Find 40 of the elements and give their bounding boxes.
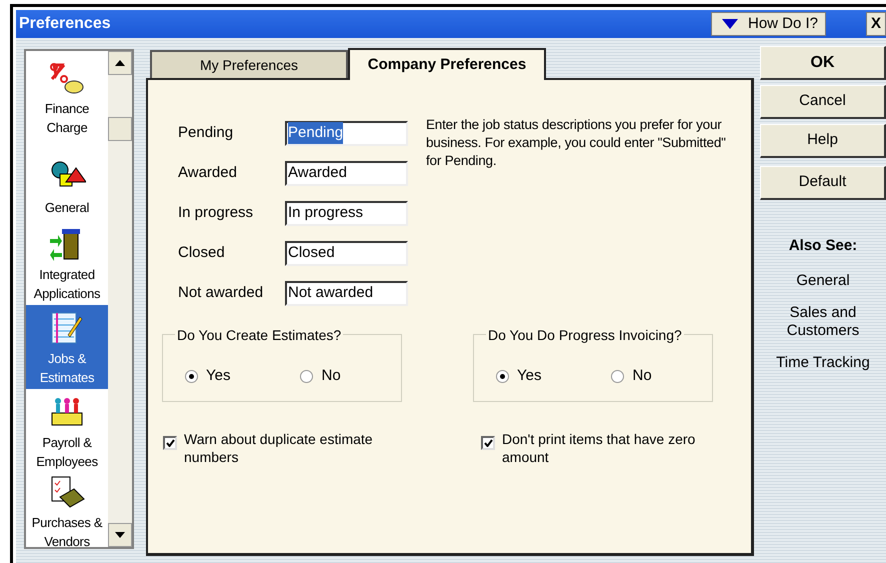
also-see-link[interactable]: Time Tracking [763, 354, 883, 372]
radio-button[interactable]: Yes [185, 365, 230, 388]
up-arrow-icon [115, 60, 125, 66]
radio-button[interactable]: No [611, 365, 652, 388]
also-see-link[interactable]: General [763, 272, 883, 290]
window-title: Preferences [19, 14, 111, 34]
checkbox-option[interactable]: Don't print items that have zero amount [481, 430, 721, 466]
text-field[interactable]: In progress [285, 200, 408, 226]
field-label: Not awarded [178, 282, 264, 303]
field-label: Pending [178, 122, 234, 143]
field-label: Awarded [178, 162, 238, 183]
scroll-up-button[interactable] [108, 51, 132, 75]
how-do-i-button[interactable]: How Do I? [711, 12, 826, 36]
text-field[interactable]: Closed [285, 240, 408, 266]
percent-sign-icon [48, 61, 86, 95]
field-label: Closed [178, 242, 226, 263]
down-arrow-icon [115, 532, 125, 538]
text-field[interactable]: Not awarded [285, 280, 408, 306]
dropdown-arrow-icon [722, 19, 738, 29]
text-field[interactable]: Pending [285, 120, 408, 146]
radio-button[interactable]: No [300, 365, 341, 388]
checkmark-icon [166, 439, 174, 447]
radio-button[interactable]: Yes [496, 365, 542, 388]
text-field[interactable]: Awarded [285, 160, 408, 186]
tab[interactable]: Company Preferences [348, 48, 546, 80]
dialog-button[interactable]: Help [760, 124, 886, 158]
dialog-button[interactable]: OK [760, 46, 886, 80]
dialog-button[interactable]: Cancel [760, 85, 886, 119]
also-see-link[interactable]: Sales and Customers [763, 304, 883, 340]
instruction-text: Enter the job status descriptions you prefer for your business. For example, you could enter "Submitted" for Pending. [426, 116, 726, 170]
scrollbar-thumb [108, 117, 132, 141]
dialog-button[interactable]: Default [760, 166, 886, 200]
close-button[interactable]: X [866, 12, 886, 36]
field-label: In progress [178, 202, 254, 223]
checkmark-icon [484, 439, 492, 447]
sidebar-item[interactable]: Jobs & Estimates [26, 305, 108, 389]
tab[interactable]: My Preferences [150, 50, 348, 78]
checkbox-option[interactable]: Warn about duplicate estimate numbers [163, 430, 403, 466]
also-see-heading: Also See: [788, 236, 858, 256]
scroll-down-button[interactable] [108, 523, 132, 547]
